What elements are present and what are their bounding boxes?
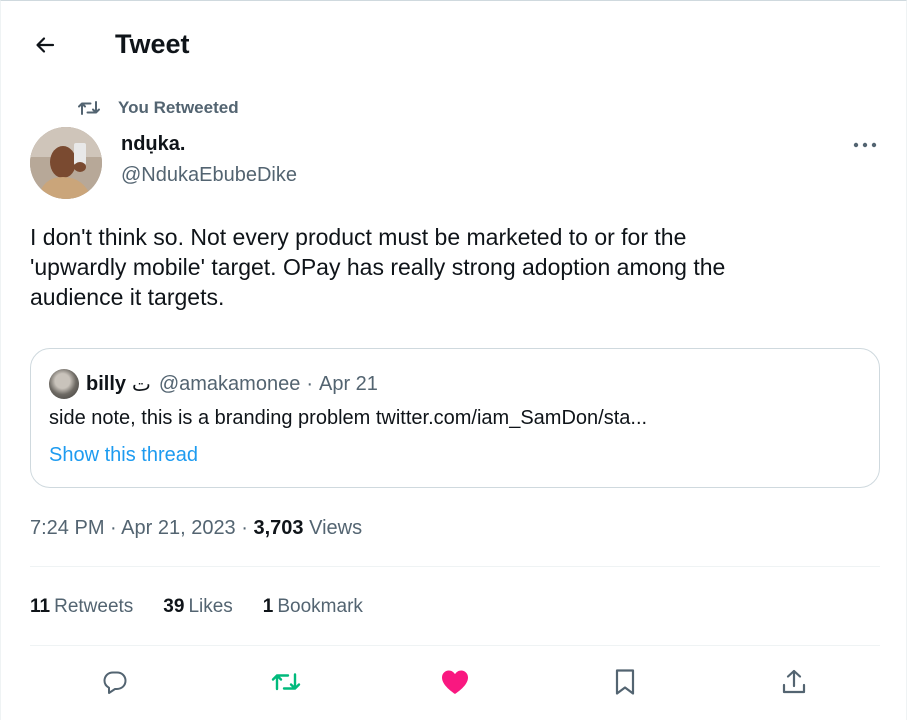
- divider: [30, 566, 880, 567]
- bookmark-icon: [615, 669, 635, 695]
- retweet-icon: [78, 101, 100, 115]
- views-label: Views: [309, 517, 363, 539]
- author-name[interactable]: ndụka.: [121, 131, 185, 157]
- retweet-button[interactable]: [263, 659, 309, 705]
- retweet-context[interactable]: You Retweeted: [77, 96, 239, 120]
- author-handle[interactable]: @NdukaEbubeDike: [121, 162, 297, 188]
- divider: [30, 645, 880, 646]
- likes-label: Likes: [188, 596, 233, 617]
- avatar[interactable]: [30, 127, 102, 199]
- views-count: 3,703: [253, 517, 304, 539]
- share-button[interactable]: [771, 659, 817, 705]
- share-icon: [782, 669, 806, 694]
- arrow-left-icon: [36, 37, 55, 53]
- tweet-meta: 7:24 PM · Apr 21, 2023 · 3,703 Views: [30, 514, 362, 542]
- tweet-text: I don't think so. Not every product must…: [30, 224, 726, 310]
- likes-stat[interactable]: 39 Likes: [163, 594, 233, 620]
- quote-header: billy ت @amakamonee · Apr 21: [49, 369, 378, 399]
- bookmark-button[interactable]: [602, 659, 648, 705]
- show-thread-link[interactable]: Show this thread: [49, 442, 198, 468]
- heart-icon: [442, 670, 468, 694]
- likes-count: 39: [163, 596, 185, 617]
- quote-author-handle: @amakamonee: [158, 372, 301, 395]
- bookmarks-stat[interactable]: 1 Bookmark: [263, 594, 363, 620]
- avatar-image: [30, 127, 102, 199]
- quote-separator: ·: [306, 372, 313, 395]
- page-header: Tweet: [1, 1, 907, 87]
- bookmarks-count: 1: [262, 596, 274, 617]
- more-horizontal-icon: [853, 142, 877, 148]
- reply-button[interactable]: [92, 659, 138, 705]
- meta-separator: ·: [235, 517, 254, 539]
- quote-avatar: [49, 369, 79, 399]
- retweets-stat[interactable]: 11 Retweets: [30, 594, 133, 620]
- quote-text: side note, this is a branding problem tw…: [49, 407, 648, 429]
- engagement-stats: 11 Retweets 39 Likes 1 Bookmark: [30, 594, 363, 620]
- like-button[interactable]: [432, 659, 478, 705]
- tweet-detail-page: Tweet You Retweeted ndụka. @NdukaEbubeDi…: [0, 0, 907, 720]
- quote-tweet-card[interactable]: billy ت @amakamonee · Apr 21 side note, …: [30, 348, 880, 488]
- quote-date: Apr 21: [319, 372, 378, 395]
- action-bar: [1, 659, 907, 705]
- back-button[interactable]: [27, 27, 63, 63]
- retweet-icon: [271, 673, 301, 691]
- more-options-button[interactable]: [847, 131, 883, 159]
- page-title: Tweet: [115, 29, 190, 59]
- bookmarks-label: Bookmark: [277, 596, 363, 617]
- tweet-timestamp[interactable]: 7:24 PM · Apr 21, 2023: [30, 517, 236, 539]
- retweet-context-label: You Retweeted: [118, 98, 239, 117]
- retweets-count: 11: [30, 596, 51, 617]
- retweets-label: Retweets: [54, 596, 134, 617]
- quote-author-name-suffix: ت: [132, 373, 151, 396]
- reply-icon: [103, 671, 127, 694]
- quote-author-name: billy: [86, 372, 127, 395]
